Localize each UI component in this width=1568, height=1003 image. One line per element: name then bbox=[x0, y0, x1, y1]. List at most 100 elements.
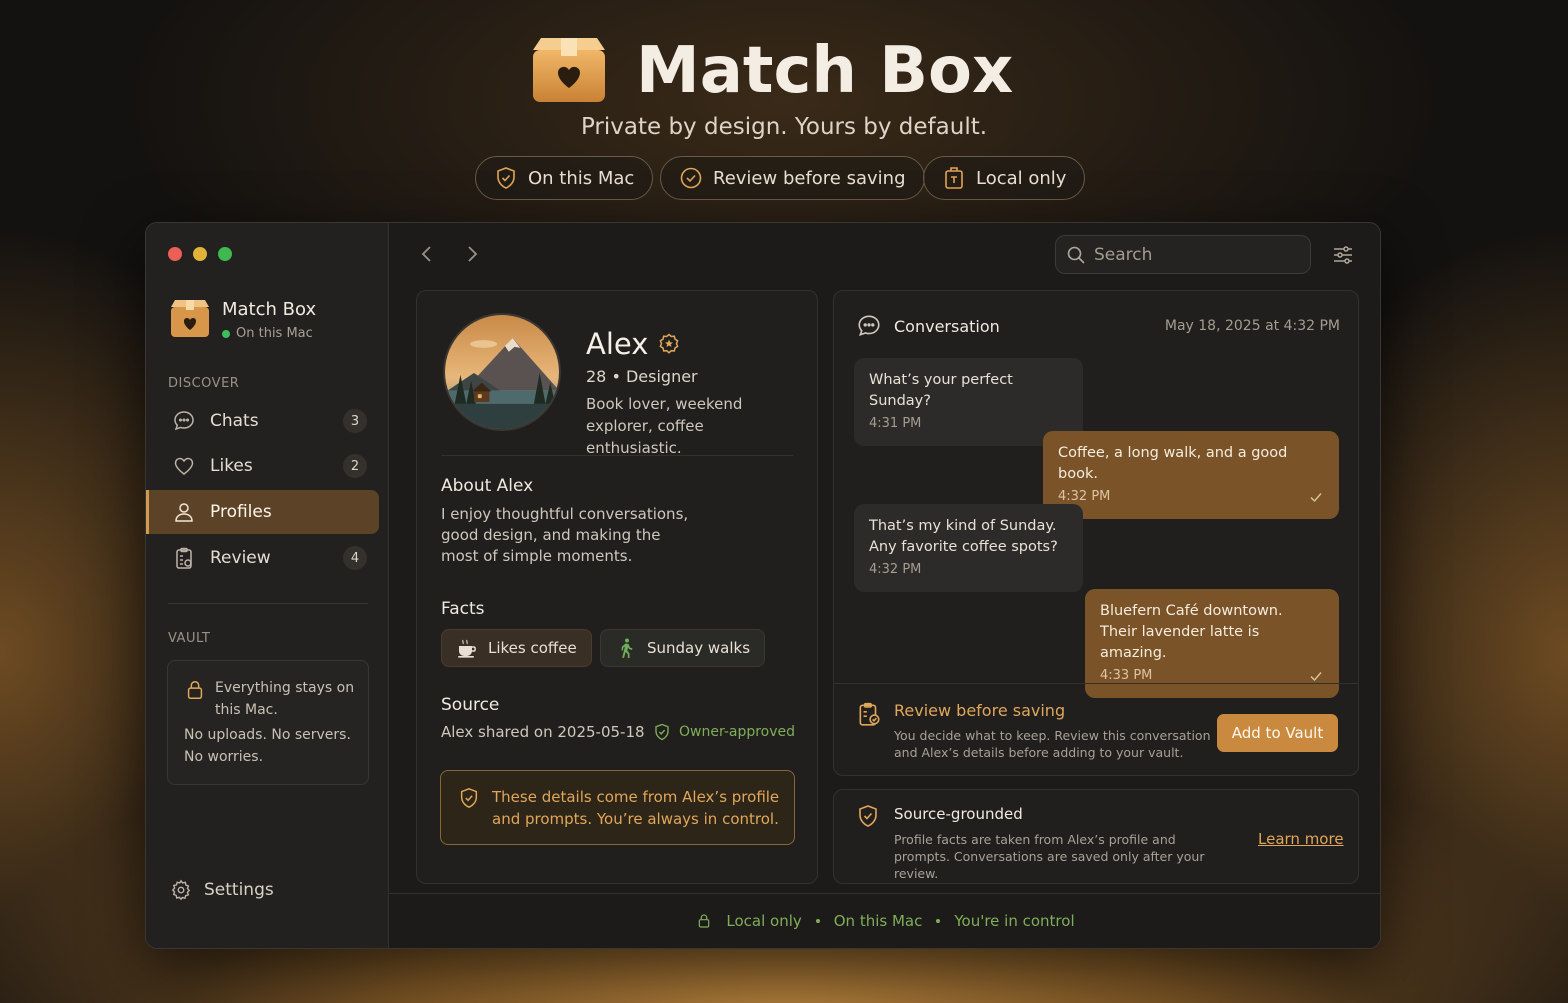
sidebar-item-label: Review bbox=[210, 548, 271, 568]
profile-name-text: Alex bbox=[586, 327, 649, 361]
sidebar-item-likes[interactable]: Likes 2 bbox=[146, 444, 379, 488]
footer-separator bbox=[815, 919, 820, 923]
notice-text: These details come from Alex’s profile a… bbox=[492, 788, 780, 828]
sidebar-item-label: Profiles bbox=[210, 502, 272, 522]
person-icon bbox=[175, 503, 193, 522]
app-name: Match Box bbox=[222, 299, 317, 320]
coffee-cup-icon bbox=[458, 639, 476, 658]
profile-bio: Book lover, weekend explorer, coffee ent… bbox=[586, 395, 743, 457]
conversation-card: Conversation May 18, 2025 at 4:32 PM Wha… bbox=[833, 290, 1359, 776]
search-icon bbox=[1067, 246, 1085, 264]
shield-check-icon bbox=[497, 167, 515, 189]
shield-check-icon bbox=[460, 788, 478, 808]
message-bubble-incoming: That’s my kind of Sunday. Any favorite c… bbox=[854, 504, 1083, 592]
profile-notice: These details come from Alex’s profile a… bbox=[440, 770, 795, 845]
status-dot bbox=[222, 329, 230, 338]
message-text: That’s my kind of Sunday. Any favorite c… bbox=[869, 518, 1058, 555]
learn-more-link[interactable]: Learn more bbox=[1258, 830, 1344, 848]
read-check-icon bbox=[1310, 671, 1322, 681]
footer-separator bbox=[936, 919, 941, 923]
fact-label: Sunday walks bbox=[647, 639, 751, 657]
vault-info-box: Everything stays on this Mac. No uploads… bbox=[167, 660, 369, 785]
message-text: What’s your perfect Sunday? bbox=[869, 372, 1013, 409]
profile-name: Alex bbox=[586, 327, 680, 361]
app-status-label: On this Mac bbox=[236, 326, 313, 341]
app-status: On this Mac bbox=[222, 326, 313, 341]
pill-label: Review before saving bbox=[713, 167, 906, 189]
vault-line-2: No uploads. No servers. No worries. bbox=[184, 727, 351, 765]
conversation-divider bbox=[834, 683, 1358, 684]
sidebar-item-chats[interactable]: Chats 3 bbox=[146, 399, 379, 443]
message-time-text: 4:31 PM bbox=[869, 416, 922, 431]
zoom-window-button[interactable] bbox=[218, 247, 232, 261]
message-time-text: 4:32 PM bbox=[869, 562, 922, 577]
message-time: 4:31 PM bbox=[869, 413, 1068, 434]
sidebar-item-review[interactable]: Review 4 bbox=[146, 536, 379, 580]
discover-section-label: DISCOVER bbox=[168, 376, 240, 391]
sidebar: Match Box On this Mac DISCOVER Chats 3 L… bbox=[146, 223, 389, 948]
about-text: I enjoy thoughtful conversations, good d… bbox=[441, 505, 689, 565]
facts-heading: Facts bbox=[441, 599, 485, 619]
app-box-icon bbox=[171, 300, 209, 337]
gear-icon bbox=[171, 879, 191, 901]
settings-button[interactable]: Settings bbox=[170, 879, 274, 901]
message-text: Bluefern Café downtown. Their lavender l… bbox=[1100, 603, 1283, 661]
conversation-date: May 18, 2025 at 4:32 PM bbox=[1164, 318, 1340, 334]
pill-on-this-mac[interactable]: On this Mac bbox=[475, 156, 654, 200]
app-window: Match Box On this Mac DISCOVER Chats 3 L… bbox=[145, 222, 1381, 949]
message-time: 4:32 PM bbox=[1058, 486, 1324, 507]
pill-label: On this Mac bbox=[528, 167, 635, 189]
owner-approved-badge: Owner-approved bbox=[653, 723, 795, 741]
source-heading: Source bbox=[441, 695, 500, 715]
profile-card: Alex 28 • Designer Book lover, weekend e… bbox=[416, 290, 818, 884]
fact-label: Likes coffee bbox=[488, 639, 577, 657]
profile-meta: 28 • Designer bbox=[586, 367, 698, 386]
clipboard-review-icon bbox=[859, 702, 880, 726]
source-grounded-card: Source-grounded Profile facts are taken … bbox=[833, 789, 1359, 884]
message-text: Coffee, a long walk, and a good book. bbox=[1058, 445, 1288, 482]
forward-arrow-icon[interactable] bbox=[461, 243, 483, 265]
message-time: 4:32 PM bbox=[869, 559, 1068, 580]
chat-bubble-icon bbox=[858, 315, 880, 336]
add-to-vault-button[interactable]: Add to Vault bbox=[1217, 714, 1338, 752]
clipboard-icon bbox=[176, 547, 192, 569]
search-input[interactable]: Search bbox=[1055, 235, 1311, 274]
match-box-logo-icon bbox=[533, 38, 605, 102]
pill-local-only[interactable]: Local only bbox=[923, 156, 1086, 200]
hero-title: Match Box bbox=[636, 34, 1014, 108]
search-placeholder: Search bbox=[1094, 244, 1153, 265]
lock-icon bbox=[699, 914, 710, 928]
sidebar-item-label: Likes bbox=[210, 456, 253, 476]
status-footer: Local only On this Mac You're in control bbox=[389, 893, 1380, 948]
local-box-icon bbox=[945, 167, 963, 189]
conversation-title: Conversation bbox=[894, 316, 1000, 336]
vault-section-label: VAULT bbox=[168, 631, 211, 646]
filter-sliders-icon[interactable] bbox=[1331, 243, 1355, 267]
verified-star-icon bbox=[659, 333, 679, 354]
owner-approved-label: Owner-approved bbox=[679, 724, 796, 740]
sidebar-item-profiles[interactable]: Profiles bbox=[146, 490, 379, 534]
walking-person-icon bbox=[621, 638, 633, 658]
fact-chip-likes-coffee: Likes coffee bbox=[441, 629, 592, 667]
settings-label: Settings bbox=[204, 880, 274, 900]
heart-icon bbox=[174, 457, 194, 475]
back-arrow-icon[interactable] bbox=[416, 243, 438, 265]
source-grounded-text: Profile facts are taken from Alex’s prof… bbox=[894, 832, 1205, 881]
conversation-header: Conversation bbox=[856, 313, 1000, 339]
sidebar-item-label: Chats bbox=[210, 411, 259, 431]
source-grounded-title: Source-grounded bbox=[894, 805, 1023, 823]
likes-count-badge: 2 bbox=[343, 454, 367, 478]
footer-row: Local only On this Mac You're in control bbox=[389, 912, 1380, 930]
footer-item-local-only: Local only bbox=[726, 912, 802, 930]
minimize-window-button[interactable] bbox=[193, 247, 207, 261]
pill-label: Local only bbox=[976, 167, 1067, 189]
check-circle-icon bbox=[680, 167, 702, 189]
chats-count-badge: 3 bbox=[343, 409, 367, 433]
hero-tagline: Private by design. Yours by default. bbox=[580, 114, 988, 140]
pill-review-before-saving[interactable]: Review before saving bbox=[660, 156, 925, 200]
shield-check-icon bbox=[859, 805, 877, 827]
close-window-button[interactable] bbox=[168, 247, 182, 261]
chat-bubble-icon bbox=[174, 411, 194, 431]
about-heading: About Alex bbox=[441, 476, 534, 496]
hero: Match Box Private by design. Yours by de… bbox=[0, 0, 1568, 215]
